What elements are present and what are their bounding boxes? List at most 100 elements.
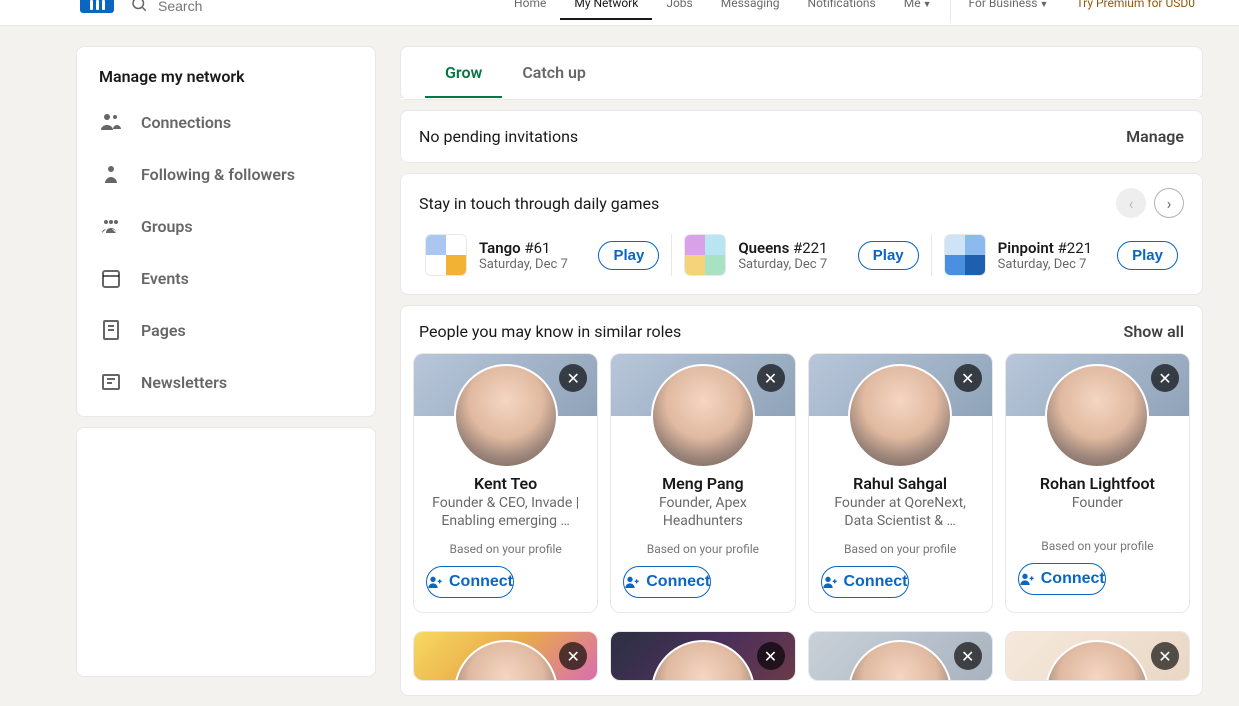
play-button[interactable]: Play [1117, 241, 1178, 270]
dismiss-button[interactable]: ✕ [954, 364, 982, 392]
dismiss-button[interactable]: ✕ [954, 642, 982, 670]
connect-button[interactable]: Connect [623, 566, 711, 598]
nav-messaging[interactable]: Messaging [707, 0, 794, 18]
close-icon: ✕ [1158, 647, 1171, 666]
person-card: ✕ Based on your profile Connect [1005, 631, 1190, 681]
connect-button[interactable]: Connect [821, 566, 909, 598]
tabs-card: Grow Catch up [400, 46, 1203, 100]
game-thumb [425, 234, 467, 276]
play-button[interactable]: Play [858, 241, 919, 270]
dismiss-button[interactable]: ✕ [1151, 642, 1179, 670]
game-item: Pinpoint #221 Saturday, Dec 7 Play [931, 234, 1190, 276]
calendar-icon [99, 266, 123, 290]
games-prev-button: ‹ [1116, 188, 1146, 218]
nav-me[interactable]: Me▼ [890, 0, 946, 18]
dismiss-button[interactable]: ✕ [757, 364, 785, 392]
sidebar-item-pages[interactable]: Pages [77, 304, 375, 356]
person-basis: Based on your profile [611, 532, 794, 562]
manage-invitations-link[interactable]: Manage [1126, 127, 1184, 146]
avatar[interactable] [454, 364, 558, 468]
logo[interactable] [80, 0, 114, 13]
game-name: Queens #221 [738, 239, 845, 257]
dismiss-button[interactable]: ✕ [1151, 364, 1179, 392]
group-icon [99, 214, 123, 238]
nav-notifications[interactable]: Notifications [794, 0, 890, 18]
chevron-left-icon: ‹ [1129, 194, 1134, 213]
person-card: ✕ Kent Teo Founder & CEO, Invade | Enabl… [413, 353, 598, 613]
person-name[interactable]: Kent Teo [414, 474, 597, 493]
games-arrows: ‹ › [1116, 188, 1184, 218]
person-title: Founder [1006, 493, 1189, 529]
person-card: ✕ Based on your profile Connect [808, 631, 993, 681]
game-item: Queens #221 Saturday, Dec 7 Play [671, 234, 930, 276]
game-info: Pinpoint #221 Saturday, Dec 7 [998, 239, 1105, 272]
search-input[interactable] [158, 0, 298, 14]
games-next-button[interactable]: › [1154, 188, 1184, 218]
person-name[interactable]: Rohan Lightfoot [1006, 474, 1189, 493]
sidebar-item-events[interactable]: Events [77, 252, 375, 304]
close-icon: ✕ [567, 647, 580, 666]
people-heading: People you may know in similar roles [419, 322, 681, 341]
building-icon [99, 318, 123, 342]
avatar[interactable] [848, 364, 952, 468]
games-heading: Stay in touch through daily games [419, 194, 659, 213]
avatar[interactable] [1045, 364, 1149, 468]
play-button[interactable]: Play [598, 241, 659, 270]
person-card: ✕ Meng Pang Founder, Apex Headhunters Ba… [610, 353, 795, 613]
person-name[interactable]: Meng Pang [611, 474, 794, 493]
connect-button[interactable]: Connect [1018, 563, 1106, 595]
search-icon [130, 0, 148, 17]
game-info: Tango #61 Saturday, Dec 7 [479, 239, 586, 272]
close-icon: ✕ [764, 369, 777, 388]
game-date: Saturday, Dec 7 [479, 257, 586, 272]
sidebar-item-connections[interactable]: Connections [77, 96, 375, 148]
close-icon: ✕ [1158, 369, 1171, 388]
tabs: Grow Catch up [401, 47, 1202, 99]
person-icon [99, 162, 123, 186]
invitations-message: No pending invitations [419, 127, 578, 146]
game-thumb [684, 234, 726, 276]
chevron-down-icon: ▼ [923, 0, 932, 10]
newsletter-icon [99, 370, 123, 394]
connect-button[interactable]: Connect [426, 566, 514, 598]
close-icon: ✕ [764, 647, 777, 666]
game-item: Tango #61 Saturday, Dec 7 Play [413, 234, 671, 276]
person-card: ✕ Rohan Lightfoot Founder Based on your … [1005, 353, 1190, 613]
invitations-card: No pending invitations Manage [400, 110, 1203, 163]
tab-catch-up[interactable]: Catch up [502, 47, 606, 98]
person-basis: Based on your profile [414, 532, 597, 562]
games-card: Stay in touch through daily games ‹ › Ta… [400, 173, 1203, 295]
sidebar-item-newsletters[interactable]: Newsletters [77, 356, 375, 408]
avatar[interactable] [651, 364, 755, 468]
nav-items: Home My Network Jobs Messaging Notificat… [500, 0, 1209, 22]
person-card: ✕ Based on your profile Connect [610, 631, 795, 681]
nav-for-business[interactable]: For Business▼ [955, 0, 1063, 18]
sidebar-item-label: Pages [141, 321, 186, 340]
show-all-link[interactable]: Show all [1124, 322, 1184, 341]
sidebar-ad-panel [76, 427, 376, 677]
sidebar: Manage my network Connections Following … [76, 46, 376, 706]
sidebar-item-label: Newsletters [141, 373, 227, 392]
person-basis: Based on your profile [1006, 529, 1189, 559]
chevron-right-icon: › [1167, 194, 1172, 213]
game-name: Tango #61 [479, 239, 586, 257]
nav-home[interactable]: Home [500, 0, 560, 18]
tab-grow[interactable]: Grow [425, 47, 502, 98]
close-icon: ✕ [961, 647, 974, 666]
nav-my-network[interactable]: My Network [560, 0, 652, 20]
game-name: Pinpoint #221 [998, 239, 1105, 257]
search[interactable] [130, 0, 298, 17]
nav-separator [950, 0, 951, 22]
person-title: Founder at QoreNext, Data Scientist & … [809, 493, 992, 532]
nav-jobs[interactable]: Jobs [652, 0, 706, 18]
nav-try-premium[interactable]: Try Premium for USD0 [1062, 0, 1209, 18]
game-thumb [944, 234, 986, 276]
sidebar-item-groups[interactable]: Groups [77, 200, 375, 252]
chevron-down-icon: ▼ [1040, 0, 1049, 10]
dismiss-button[interactable]: ✕ [757, 642, 785, 670]
sidebar-item-following[interactable]: Following & followers [77, 148, 375, 200]
person-basis: Based on your profile [809, 532, 992, 562]
person-name[interactable]: Rahul Sahgal [809, 474, 992, 493]
game-date: Saturday, Dec 7 [738, 257, 845, 272]
sidebar-title: Manage my network [77, 47, 375, 96]
